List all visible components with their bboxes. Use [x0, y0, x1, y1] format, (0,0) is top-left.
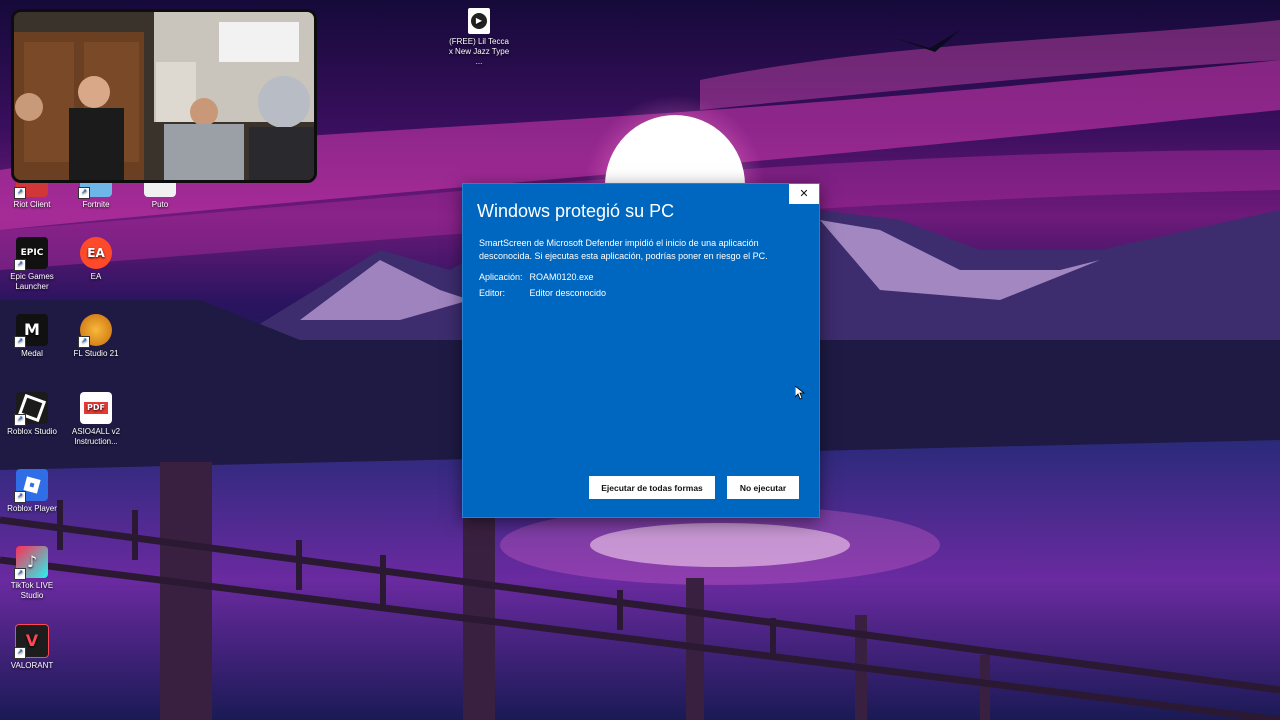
roblox-player-icon: ↗	[14, 469, 48, 503]
desktop-icon-label: (FREE) Lil Tecca x New Jazz Type ...	[448, 37, 510, 66]
dialog-title: Windows protegió su PC	[477, 201, 675, 221]
run-anyway-button[interactable]: Ejecutar de todas formas	[589, 476, 715, 499]
epic-games-icon: EPIC ↗	[14, 237, 48, 271]
desktop-icon-fl-studio[interactable]: ↗ FL Studio 21	[64, 314, 128, 359]
medal-glyph: M	[24, 320, 40, 339]
publisher-label: Editor:	[479, 288, 506, 298]
shortcut-arrow-icon: ↗	[78, 187, 90, 199]
desktop-icon-label: Roblox Player	[7, 504, 57, 513]
app-row: Aplicación: ROAM0120.exe	[479, 272, 594, 282]
desktop: ↗ Riot Client ↗ Fortnite Puto EPIC ↗ Epic…	[0, 0, 1280, 720]
roblox-studio-icon: ↗	[14, 392, 48, 426]
desktop-icon-label: Riot Client	[13, 200, 51, 209]
desktop-icon-label: Roblox Studio	[7, 427, 57, 436]
desktop-icon-tiktok-live-studio[interactable]: ♪ ↗ TikTok LIVE Studio	[0, 546, 64, 601]
pdf-glyph: PDF	[84, 402, 108, 414]
desktop-icon-asio4all-pdf[interactable]: PDF ASIO4ALL v2 Instruction...	[64, 392, 128, 447]
app-value: ROAM0120.exe	[529, 272, 594, 282]
shortcut-arrow-icon: ↗	[78, 336, 90, 348]
desktop-icon-label: VALORANT	[10, 661, 54, 670]
dialog-message: SmartScreen de Microsoft Defender impidi…	[479, 238, 768, 261]
desktop-icon-label: Puto	[151, 200, 169, 209]
shortcut-arrow-icon: ↗	[14, 187, 26, 199]
desktop-icon-label: Medal	[21, 349, 43, 358]
publisher-row: Editor: Editor desconocido	[479, 288, 606, 298]
desktop-icon-ea[interactable]: EA EA	[64, 237, 128, 282]
desktop-icon-label: FL Studio 21	[73, 349, 119, 358]
smartscreen-dialog: Windows protegió su PC ✕ SmartScreen de …	[462, 183, 820, 518]
desktop-icon-label: ASIO4ALL v2 Instruction...	[71, 427, 121, 446]
close-button[interactable]: ✕	[789, 184, 819, 204]
close-icon: ✕	[799, 187, 809, 200]
play-icon: ▶	[471, 13, 487, 29]
shortcut-arrow-icon: ↗	[14, 336, 26, 348]
shortcut-arrow-icon: ↗	[14, 259, 26, 271]
epic-games-glyph: EPIC	[20, 248, 44, 258]
desktop-icon-roblox-studio[interactable]: ↗ Roblox Studio	[0, 392, 64, 437]
shortcut-arrow-icon: ↗	[14, 568, 26, 580]
desktop-icon-valorant[interactable]: V ↗ VALORANT	[0, 624, 64, 671]
dont-run-button[interactable]: No ejecutar	[727, 476, 799, 499]
webcam-overlay	[11, 9, 317, 183]
desktop-icon-label: TikTok LIVE Studio	[10, 581, 54, 600]
publisher-value: Editor desconocido	[529, 288, 607, 298]
pdf-icon: PDF	[80, 392, 112, 424]
shortcut-arrow-icon: ↗	[14, 414, 26, 426]
app-label: Aplicación:	[479, 272, 523, 282]
desktop-icon-roblox-player[interactable]: ↗ Roblox Player	[0, 469, 64, 514]
valorant-glyph: V	[25, 631, 39, 650]
desktop-icon-label: EA	[90, 272, 102, 281]
valorant-icon: V ↗	[14, 624, 49, 659]
desktop-icon-epic-games[interactable]: EPIC ↗ Epic Games Launcher	[0, 237, 64, 292]
shortcut-arrow-icon: ↗	[14, 647, 26, 659]
medal-icon: M ↗	[14, 314, 48, 348]
desktop-icon-medal[interactable]: M ↗ Medal	[0, 314, 64, 359]
tiktok-icon: ♪ ↗	[14, 546, 48, 580]
media-file-icon: ▶	[468, 8, 490, 34]
mouse-cursor-icon	[795, 386, 805, 400]
webcam-feed	[14, 12, 314, 180]
desktop-icon-label: Fortnite	[82, 200, 110, 209]
fl-studio-icon: ↗	[78, 314, 112, 348]
desktop-icon-media-file[interactable]: ▶ (FREE) Lil Tecca x New Jazz Type ...	[447, 8, 511, 67]
shortcut-arrow-icon: ↗	[14, 491, 26, 503]
ea-glyph: EA	[87, 246, 105, 260]
ea-icon: EA	[80, 237, 112, 269]
desktop-icon-label: Epic Games Launcher	[10, 272, 54, 291]
